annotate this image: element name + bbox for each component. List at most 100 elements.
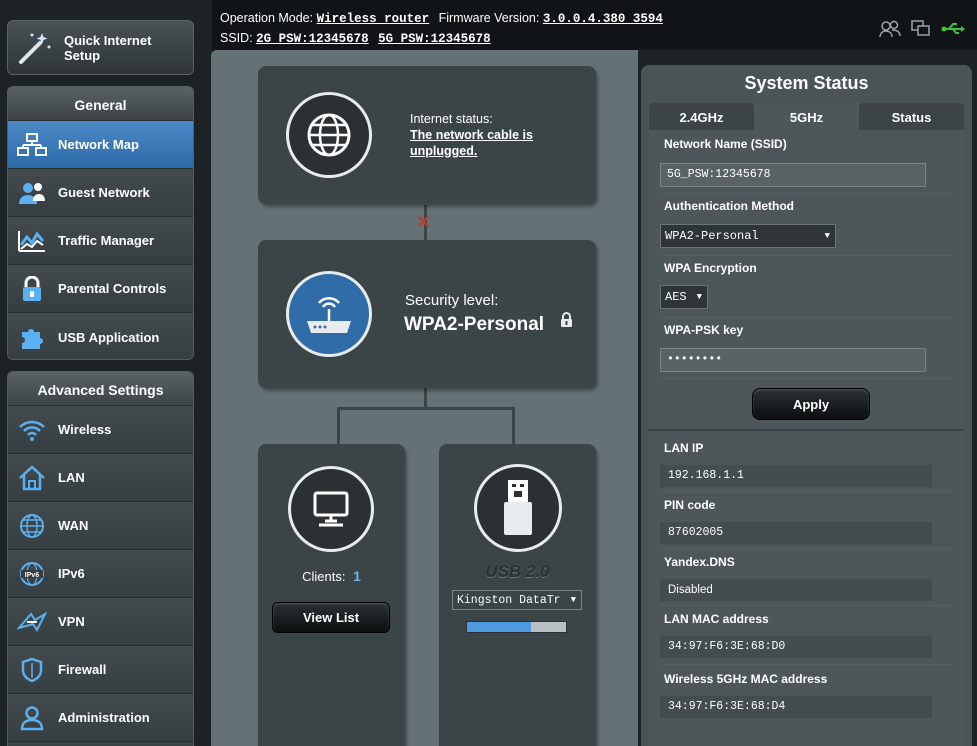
ssid-label: SSID:	[220, 31, 253, 45]
disconnected-icon: ✕	[416, 212, 432, 232]
ssid-input[interactable]: 5G_PSW:12345678	[660, 163, 926, 187]
shield-icon	[16, 656, 48, 684]
usb-usage-fill	[467, 622, 532, 632]
ipv6-icon: IPv6	[16, 560, 48, 588]
band-tabs: 2.4GHz 5GHz Status	[649, 103, 964, 130]
clients-card[interactable]: Clients: 1 View List	[258, 444, 405, 746]
sidebar-item-label: LAN	[58, 470, 85, 485]
usb-device-value: Kingston DataTr	[457, 594, 561, 607]
sidebar-item-label: Wireless	[58, 422, 112, 437]
divider	[660, 491, 952, 492]
top-bar: Operation Mode: Wireless router Firmware…	[212, 0, 977, 50]
usb-device-select[interactable]: Kingston DataTr ▼	[452, 590, 582, 610]
sidebar-item-traffic-manager[interactable]: Traffic Manager	[8, 217, 193, 265]
sidebar-item-label: USB Application	[58, 329, 160, 345]
puzzle-icon	[16, 323, 48, 351]
usb-status-icon[interactable]	[941, 20, 965, 38]
apply-button[interactable]: Apply	[752, 388, 870, 420]
quick-internet-setup-button[interactable]: Quick Internet Setup	[7, 20, 194, 75]
ssid-label: Network Name (SSID)	[664, 137, 787, 151]
sidebar-item-label: VPN	[58, 614, 85, 629]
network-info-section: LAN IP 192.168.1.1 PIN code 87602005 Yan…	[649, 429, 964, 746]
ssid-5g-link[interactable]: 5G_PSW:12345678	[378, 32, 491, 46]
pin-code-label: PIN code	[664, 498, 716, 512]
sidebar-item-wan[interactable]: WAN	[8, 502, 193, 550]
sidebar-item-vpn[interactable]: VPN	[8, 598, 193, 646]
auth-method-select[interactable]: WPA2-Personal ▼	[660, 224, 836, 248]
firmware-link[interactable]: 3.0.0.4.380_3594	[543, 12, 663, 26]
chevron-down-icon: ▼	[696, 292, 702, 302]
chevron-down-icon: ▼	[570, 595, 576, 605]
system-status-panel: System Status 2.4GHz 5GHz Status Network…	[641, 65, 972, 746]
sidebar-item-label: Parental Controls	[58, 281, 167, 296]
sidebar-item-network-map[interactable]: Network Map	[8, 121, 193, 169]
internet-globe-button[interactable]	[286, 92, 372, 178]
sidebar-item-lan[interactable]: LAN	[8, 454, 193, 502]
quick-internet-setup-label: Quick Internet Setup	[64, 32, 152, 63]
lock-icon	[561, 312, 572, 327]
view-list-button[interactable]: View List	[272, 602, 390, 633]
top-status-icons	[879, 20, 965, 38]
sidebar-item-label: IPv6	[58, 566, 85, 581]
router-link-line	[424, 388, 427, 408]
wpa-encryption-value: AES	[665, 290, 687, 304]
router-button[interactable]	[286, 271, 372, 357]
guest-network-icon	[16, 179, 48, 207]
usb-version-label: USB 2.0	[485, 562, 550, 581]
clients-button[interactable]	[288, 466, 374, 552]
internet-status-link[interactable]: The network cable is unplugged.	[410, 127, 570, 159]
wireless-mac-label: Wireless 5GHz MAC address	[664, 672, 828, 686]
sidebar-item-label: Administration	[58, 710, 150, 725]
sidebar-item-wireless[interactable]: Wireless	[8, 406, 193, 454]
general-menu: General Network Map Guest Network Traffi…	[7, 86, 194, 360]
divider	[660, 317, 952, 318]
sidebar-item-firewall[interactable]: Firewall	[8, 646, 193, 694]
copy-icon[interactable]	[911, 20, 931, 38]
chevron-down-icon: ▼	[824, 231, 830, 241]
ssid-2g-link[interactable]: 2G_PSW:12345678	[256, 32, 369, 46]
wpa-encryption-select[interactable]: AES ▼	[660, 285, 708, 309]
wpa-encryption-label: WPA Encryption	[664, 261, 757, 275]
security-level-value: WPA2-Personal	[404, 314, 545, 335]
sidebar-item-label: Guest Network	[58, 185, 150, 200]
sidebar-item-label: Firewall	[58, 662, 107, 677]
lan-ip-value: 192.168.1.1	[660, 465, 932, 487]
divider	[660, 378, 952, 379]
internet-status-card[interactable]: Internet status: The network cable is un…	[258, 66, 596, 204]
divider	[660, 193, 952, 194]
usb-device-button[interactable]	[474, 464, 562, 552]
users-icon[interactable]	[879, 20, 901, 38]
sidebar-item-ipv6[interactable]: IPv6 IPv6	[8, 550, 193, 598]
wpa-psk-input[interactable]: ••••••••	[660, 348, 926, 372]
general-menu-title: General	[8, 87, 193, 121]
pin-code-value: 87602005	[660, 522, 932, 544]
tab-5ghz[interactable]: 5GHz	[754, 103, 859, 130]
auth-method-value: WPA2-Personal	[665, 229, 759, 243]
clients-label: Clients:	[302, 569, 346, 584]
tab-2-4ghz[interactable]: 2.4GHz	[649, 103, 754, 130]
yandex-dns-label: Yandex.DNS	[664, 555, 735, 569]
lan-mac-value: 34:97:F6:3E:68:D0	[660, 636, 932, 658]
sidebar-item-usb-application[interactable]: USB Application	[8, 313, 193, 359]
monitor-icon	[313, 491, 349, 527]
auth-method-label: Authentication Method	[664, 199, 794, 213]
tab-status[interactable]: Status	[859, 103, 964, 130]
router-card[interactable]: Security level: WPA2-Personal	[258, 240, 596, 388]
ssid-row: SSID: 2G_PSW:12345678 5G_PSW:12345678	[220, 31, 497, 46]
sidebar-item-guest-network[interactable]: Guest Network	[8, 169, 193, 217]
home-icon	[16, 464, 48, 492]
sidebar-item-parental-controls[interactable]: Parental Controls	[8, 265, 193, 313]
op-mode-row: Operation Mode: Wireless router Firmware…	[220, 11, 669, 26]
system-status-title: System Status	[744, 73, 869, 93]
usb-card[interactable]: USB 2.0 Kingston DataTr ▼	[439, 444, 596, 746]
advanced-settings-menu: Advanced Settings Wireless LAN WAN IPv6 …	[7, 371, 194, 746]
sidebar-item-administration[interactable]: Administration	[8, 694, 193, 742]
globe-icon	[307, 113, 351, 157]
op-mode-link[interactable]: Wireless router	[317, 12, 430, 26]
lock-icon	[16, 275, 48, 303]
wpa-psk-label: WPA-PSK key	[664, 323, 744, 337]
user-icon	[16, 704, 48, 732]
clients-link-line	[337, 407, 340, 444]
sidebar-item-label: Traffic Manager	[58, 233, 155, 248]
magic-wand-icon	[19, 32, 51, 64]
